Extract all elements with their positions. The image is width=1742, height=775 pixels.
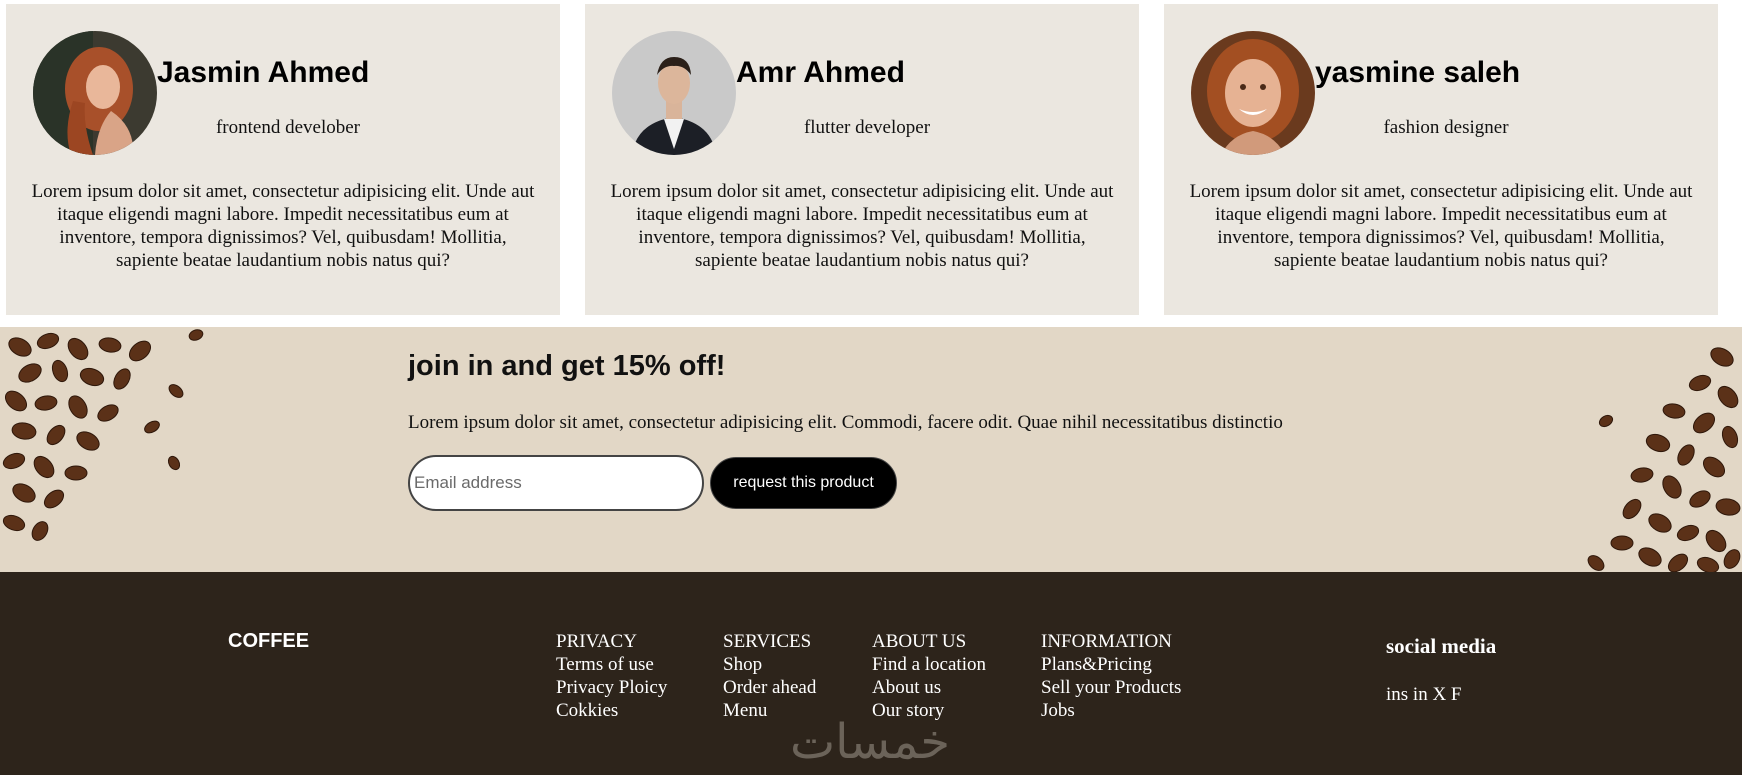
testimonial-role-text: fashion designer bbox=[1383, 117, 1509, 138]
testimonial-card: Amr Ahmed flutter developer Lorem ipsum … bbox=[585, 4, 1139, 315]
footer-column-information: INFORMATION Plans&Pricing Sell your Prod… bbox=[1041, 630, 1181, 722]
email-input[interactable] bbox=[408, 455, 704, 511]
testimonial-card: Jasmin Ahmed frontend develober Lorem ip… bbox=[6, 4, 560, 315]
footer-link[interactable]: Terms of use bbox=[556, 653, 667, 676]
testimonial-role: frontend develober bbox=[6, 117, 560, 139]
footer-link[interactable]: About us bbox=[872, 676, 986, 699]
footer-column-title: PRIVACY bbox=[556, 631, 637, 652]
footer-link[interactable]: Plans&Pricing bbox=[1041, 653, 1181, 676]
testimonial-role: flutter developer bbox=[585, 117, 1139, 139]
testimonial-role-text: frontend develober bbox=[215, 117, 361, 138]
footer-column-services: SERVICES Shop Order ahead Menu bbox=[723, 630, 816, 722]
testimonial-text: Lorem ipsum dolor sit amet, consectetur … bbox=[1189, 181, 1693, 271]
footer-link[interactable]: Privacy Ploicy bbox=[556, 676, 667, 699]
testimonial-role: fashion designer bbox=[1164, 117, 1718, 139]
newsletter-section: join in and get 15% off! Lorem ipsum dol… bbox=[0, 327, 1742, 572]
testimonial-name: Amr Ahmed bbox=[736, 56, 905, 89]
coffee-beans-left-image bbox=[2, 329, 204, 541]
footer-column-title: ABOUT US bbox=[872, 631, 967, 652]
footer-link[interactable]: Sell your Products bbox=[1041, 676, 1181, 699]
testimonial-name: Jasmin Ahmed bbox=[157, 56, 370, 89]
coffee-beans-right-image bbox=[1587, 347, 1741, 572]
footer-link[interactable]: Shop bbox=[723, 653, 816, 676]
testimonial-text: Lorem ipsum dolor sit amet, consectetur … bbox=[31, 181, 535, 271]
footer-link[interactable]: Find a location bbox=[872, 653, 986, 676]
footer-link[interactable]: Order ahead bbox=[723, 676, 816, 699]
footer-link[interactable]: Cokkies bbox=[556, 699, 667, 722]
testimonial-name: yasmine saleh bbox=[1315, 56, 1521, 89]
footer-column-about: ABOUT US Find a location About us Our st… bbox=[872, 630, 986, 722]
testimonial-card: yasmine saleh fashion designer Lorem ips… bbox=[1164, 4, 1718, 315]
testimonial-text: Lorem ipsum dolor sit amet, consectetur … bbox=[610, 181, 1114, 271]
request-product-button[interactable]: request this product bbox=[710, 457, 897, 509]
testimonial-role-text: flutter developer bbox=[803, 117, 931, 138]
social-media-links[interactable]: ins in X F bbox=[1386, 684, 1462, 706]
khamsat-watermark-logo: خمسات bbox=[790, 714, 950, 770]
footer: COFFEE PRIVACY Terms of use Privacy Ploi… bbox=[0, 572, 1742, 775]
social-media-title: social media bbox=[1386, 634, 1497, 658]
footer-link[interactable]: Jobs bbox=[1041, 699, 1181, 722]
footer-brand: COFFEE bbox=[228, 630, 310, 652]
footer-column-title: SERVICES bbox=[723, 631, 812, 652]
promo-title: join in and get 15% off! bbox=[408, 350, 726, 382]
footer-column-privacy: PRIVACY Terms of use Privacy Ploicy Cokk… bbox=[556, 630, 667, 722]
footer-column-title: INFORMATION bbox=[1041, 631, 1172, 652]
promo-text: Lorem ipsum dolor sit amet, consectetur … bbox=[408, 412, 1283, 433]
svg-text:خمسات: خمسات bbox=[790, 714, 950, 770]
testimonials-section: Jasmin Ahmed frontend develober Lorem ip… bbox=[0, 0, 1742, 327]
